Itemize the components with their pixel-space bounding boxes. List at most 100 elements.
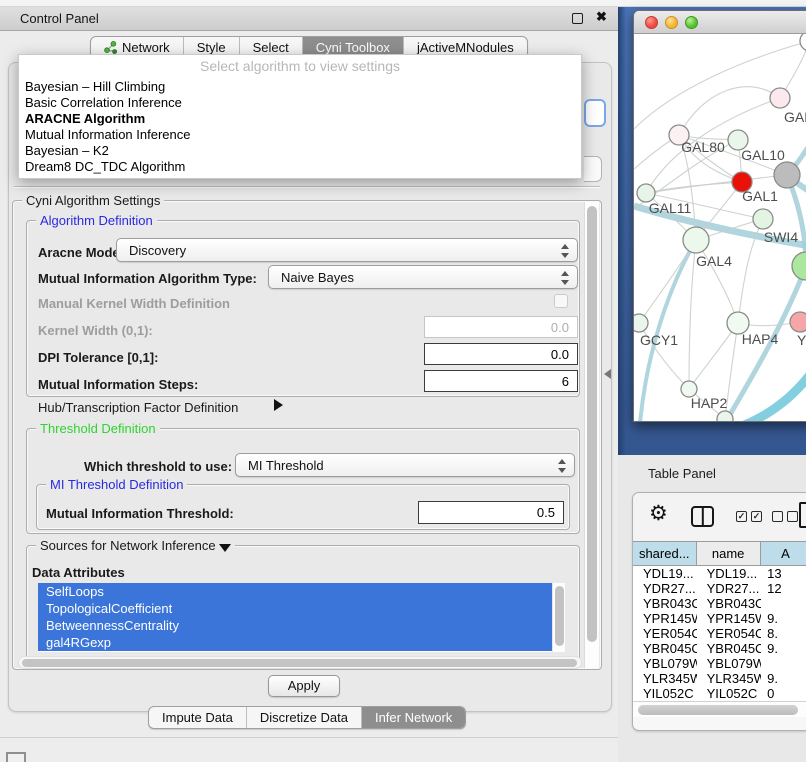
node-swi4-label: SWI4 — [764, 229, 798, 245]
settings-vertical-scrollbar[interactable] — [584, 202, 599, 668]
node-bottom-clipped[interactable] — [717, 411, 733, 422]
node-gcy1-label: GCY1 — [640, 332, 678, 348]
tab-discretize-data[interactable]: Discretize Data — [246, 707, 361, 728]
table-cell: YPR145W — [697, 611, 761, 626]
table-row[interactable]: YER054CYER054C8. — [633, 626, 806, 641]
table-row[interactable]: YBR043CYBR043C — [633, 596, 806, 611]
mi-threshold-field[interactable] — [418, 501, 564, 524]
network-view-window: GALGAL80GAL10GAL11GAL1GAL4SWI4GCY1HAP4YH… — [633, 10, 806, 422]
network-canvas[interactable]: GALGAL80GAL10GAL11GAL1GAL4SWI4GCY1HAP4YH… — [634, 34, 806, 422]
algorithm-dropdown-popup: Select algorithm to view settings Bayesi… — [18, 54, 582, 179]
table-cell: YBR043C — [697, 596, 761, 611]
node-pink-right[interactable] — [790, 312, 806, 332]
node-gal-partial[interactable] — [770, 88, 790, 108]
table-card: ⚙ ✓✓ shared...nameA YDL19...YDL19...13YD… — [632, 492, 806, 731]
combobox-arrows-icon — [561, 270, 569, 286]
which-threshold-combobox[interactable]: MI Threshold — [235, 453, 575, 477]
node-gal4[interactable] — [683, 227, 709, 253]
column-header[interactable]: A — [761, 542, 806, 565]
node-gal80-label: GAL80 — [681, 139, 725, 155]
select-all-icon[interactable]: ✓✓ — [736, 511, 762, 522]
mi-algorithm-type-combobox[interactable]: Naive Bayes — [268, 265, 578, 289]
deselect-all-icon[interactable] — [772, 511, 798, 522]
node-gal1[interactable] — [753, 209, 773, 229]
table-cell: YLR345W — [697, 671, 761, 686]
node-top-clipped[interactable] — [800, 34, 806, 51]
table-row[interactable]: YDR27...YDR27...12 — [633, 581, 806, 596]
algorithm-option[interactable]: Basic Correlation Inference — [19, 95, 581, 111]
close-panel-icon[interactable]: ✖ — [596, 9, 607, 25]
table-cell — [761, 656, 806, 671]
table-row[interactable]: YDL19...YDL19...13 — [633, 566, 806, 581]
node-gcy1[interactable] — [634, 314, 648, 332]
manual-kernel-width-checkbox[interactable] — [554, 294, 568, 308]
table-cell — [761, 596, 806, 611]
algorithm-option[interactable]: Mutual Information Inference — [19, 127, 581, 143]
algorithm-option[interactable]: Dream8 DC_TDC Algorithm — [19, 159, 581, 175]
float-panel-icon[interactable] — [572, 13, 583, 24]
close-window-icon[interactable] — [645, 16, 658, 29]
collapse-arrow-icon[interactable] — [219, 544, 231, 552]
table-header-row: shared...nameA — [633, 541, 806, 566]
tab-impute-data[interactable]: Impute Data — [149, 707, 246, 728]
data-attributes-label: Data Attributes — [32, 565, 125, 580]
minimize-window-icon[interactable] — [665, 16, 678, 29]
hidden-combobox-fragment — [584, 156, 602, 182]
table-row[interactable]: YIL052CYIL052C0 — [633, 686, 806, 701]
table-cell: 12 — [761, 581, 806, 596]
focused-combobox-fragment[interactable] — [584, 99, 606, 127]
aracne-mode-combobox[interactable]: Discovery — [116, 238, 578, 262]
column-header[interactable]: shared... — [633, 542, 697, 565]
window-top-strip — [0, 0, 806, 7]
table-cell: 9. — [761, 671, 806, 686]
table-row[interactable]: YBL079WYBL079W — [633, 656, 806, 671]
data-attribute-item[interactable]: TopologicalCoefficient — [38, 600, 552, 617]
tab-infer-network[interactable]: Infer Network — [361, 707, 465, 728]
file-icon[interactable] — [799, 502, 806, 528]
node-gray[interactable] — [774, 162, 800, 188]
node-gal1-label: GAL1 — [742, 188, 778, 204]
table-row[interactable]: YPR145WYPR145W9. — [633, 611, 806, 626]
combobox-arrows-icon — [558, 458, 566, 474]
table-cell: YDL19... — [697, 566, 761, 581]
data-attributes-list: SelfLoopsTopologicalCoefficientBetweenne… — [38, 583, 552, 652]
table-cell: YLR345W — [633, 671, 697, 686]
kernel-width-field[interactable] — [424, 316, 578, 338]
mi-algorithm-type-label: Mutual Information Algorithm Type: — [38, 271, 257, 286]
network-window-titlebar[interactable] — [634, 11, 806, 34]
node-gal10-label: GAL10 — [741, 147, 785, 163]
dpi-tolerance-field[interactable] — [424, 343, 578, 365]
table-row[interactable]: YBR045CYBR045C9. — [633, 641, 806, 656]
table-cell: YPR145W — [633, 611, 697, 626]
table-cell: YBR045C — [633, 641, 697, 656]
data-attribute-item[interactable]: SelfLoops — [38, 583, 552, 600]
settings-horizontal-scrollbar[interactable] — [18, 656, 582, 669]
threshold-definition-title: Threshold Definition — [36, 421, 160, 436]
algorithm-option[interactable]: Bayesian – Hill Climbing — [19, 79, 581, 95]
control-panel-title: Control Panel — [20, 11, 99, 26]
algorithm-option[interactable]: ARACNE Algorithm — [19, 111, 581, 127]
settings-gear-icon[interactable]: ⚙ — [649, 501, 668, 526]
column-header[interactable]: name — [697, 542, 761, 565]
mi-steps-field[interactable] — [424, 370, 578, 392]
algorithm-option[interactable]: Bayesian – K2 — [19, 143, 581, 159]
corner-panel-icon[interactable] — [6, 752, 26, 762]
table-cell: YIL052C — [697, 686, 761, 701]
kernel-width-label: Kernel Width (0,1): — [38, 323, 153, 338]
attributes-vertical-scrollbar[interactable] — [552, 583, 565, 652]
data-attribute-item[interactable]: BetweennessCentrality — [38, 617, 552, 634]
table-cell: 9. — [761, 641, 806, 656]
apply-button[interactable]: Apply — [268, 675, 340, 697]
zoom-window-icon[interactable] — [685, 16, 698, 29]
data-attribute-item[interactable]: gal4RGexp — [38, 634, 552, 651]
expand-arrow-icon[interactable] — [274, 399, 283, 411]
screen: Control Panel ✖ Network Style Select Cyn… — [0, 0, 806, 762]
table-cell: YIL052C — [633, 686, 697, 701]
table-row[interactable]: YLR345WYLR345W9. — [633, 671, 806, 686]
column-layout-icon[interactable] — [691, 506, 714, 527]
node-swi4[interactable] — [792, 252, 806, 280]
splitter-arrow-icon[interactable] — [604, 369, 611, 379]
table-panel: Table Panel ⚙ ✓✓ shared...nameA YDL19...… — [618, 455, 806, 762]
table-horizontal-scrollbar[interactable] — [633, 701, 806, 717]
node-gal-partial-label: GAL — [784, 109, 806, 125]
